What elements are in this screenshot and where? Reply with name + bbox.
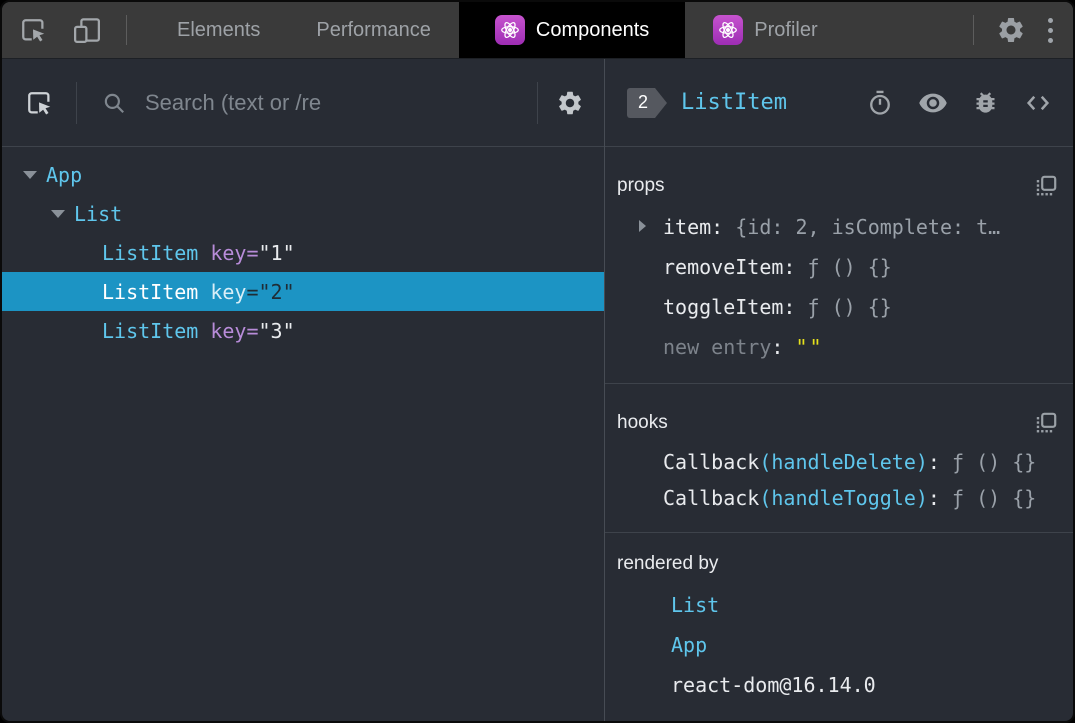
tree-toolbar (2, 59, 604, 147)
tab-label: Profiler (754, 18, 818, 41)
search-input[interactable] (143, 88, 537, 117)
toolbar-divider (126, 15, 127, 45)
react-logo-icon (494, 15, 525, 45)
rendered-by-react-dom-version: react-dom@16.14.0 (671, 673, 876, 697)
toolbar-divider (973, 15, 974, 45)
inspect-dom-eye-icon[interactable] (918, 88, 948, 118)
react-devtools-window: Elements Performance Components Profiler… (0, 0, 1075, 723)
react-logo-icon (713, 15, 744, 45)
props-section: props item: {id: 2, isComplete: t… remov… (605, 147, 1073, 384)
selected-component-title: ListItem (681, 90, 787, 115)
toolbar-divider (537, 81, 538, 124)
prop-new-entry-row[interactable]: new entry: "" (617, 327, 1059, 367)
component-details-panel: 2 ListItem props item: {id: 2, isComplet… (605, 59, 1073, 721)
owners-stack-badge[interactable]: 2 (627, 87, 668, 118)
component-name: ListItem (102, 318, 199, 343)
expand-caret-icon[interactable] (20, 170, 46, 179)
prop-row-toggleitem[interactable]: toggleItem: ƒ () {} (617, 287, 1059, 327)
tab-label: Performance (316, 18, 431, 41)
tab-elements[interactable]: Elements (149, 2, 288, 58)
inspect-element-icon[interactable] (18, 15, 48, 45)
key-attribute: key="2" (210, 279, 295, 304)
component-name: ListItem (102, 240, 199, 265)
component-tree: App List ListItem key="1" ListItem key="… (2, 147, 604, 721)
search-icon (101, 90, 127, 116)
toggle-device-toolbar-icon[interactable] (70, 15, 104, 45)
copy-props-icon[interactable] (1033, 173, 1059, 199)
rendered-by-section: rendered by List App react-dom@16.14.0 (605, 533, 1073, 721)
rendered-by-link-app[interactable]: App (617, 625, 1059, 665)
settings-gear-icon[interactable] (996, 15, 1026, 45)
tab-components[interactable]: Components (458, 2, 686, 58)
view-settings-gear-icon[interactable] (556, 89, 584, 117)
suspense-stopwatch-icon[interactable] (866, 89, 894, 117)
view-source-brackets-icon[interactable] (1023, 88, 1053, 118)
component-name: List (74, 201, 123, 226)
hooks-header-label: hooks (617, 412, 668, 433)
expand-caret-icon[interactable] (48, 209, 74, 218)
hook-row-handledelete[interactable]: Callback(handleDelete): ƒ () {} (617, 444, 1059, 480)
component-tree-panel: App List ListItem key="1" ListItem key="… (2, 59, 605, 721)
tree-row-app[interactable]: App (2, 155, 604, 194)
prop-row-item[interactable]: item: {id: 2, isComplete: t… (617, 207, 1059, 247)
tab-label: Elements (177, 18, 261, 41)
hook-row-handletoggle[interactable]: Callback(handleToggle): ƒ () {} (617, 480, 1059, 516)
rendered-by-link-list[interactable]: List (617, 585, 1059, 625)
component-name: ListItem (102, 279, 199, 304)
expand-caret-icon[interactable] (639, 220, 646, 232)
details-toolbar: 2 ListItem (605, 59, 1073, 147)
prop-row-removeitem[interactable]: removeItem: ƒ () {} (617, 247, 1059, 287)
tree-row-list[interactable]: List (2, 194, 604, 233)
components-panel: App List ListItem key="1" ListItem key="… (2, 59, 1073, 721)
more-options-icon[interactable] (1048, 17, 1053, 43)
tab-performance[interactable]: Performance (288, 2, 459, 58)
devtools-chrome-bar: Elements Performance Components Profiler (2, 2, 1073, 59)
tree-row-listitem-3[interactable]: ListItem key="3" (2, 311, 604, 350)
copy-hooks-icon[interactable] (1033, 410, 1059, 436)
hooks-section: hooks Callback(handleDelete): ƒ () {} Ca… (605, 384, 1073, 533)
devtools-tabs: Elements Performance Components Profiler (149, 2, 846, 58)
key-attribute: key="1" (210, 240, 295, 265)
tab-profiler[interactable]: Profiler (685, 2, 845, 58)
rendered-by-header-label: rendered by (617, 553, 719, 574)
pick-component-icon[interactable] (24, 88, 54, 118)
tree-row-listitem-2-selected[interactable]: ListItem key="2" (2, 272, 604, 311)
props-header-label: props (617, 175, 665, 196)
tab-label: Components (535, 18, 650, 41)
component-name: App (46, 162, 83, 187)
key-attribute: key="3" (210, 318, 295, 343)
tree-row-listitem-1[interactable]: ListItem key="1" (2, 233, 604, 272)
log-to-console-bug-icon[interactable] (972, 89, 999, 116)
